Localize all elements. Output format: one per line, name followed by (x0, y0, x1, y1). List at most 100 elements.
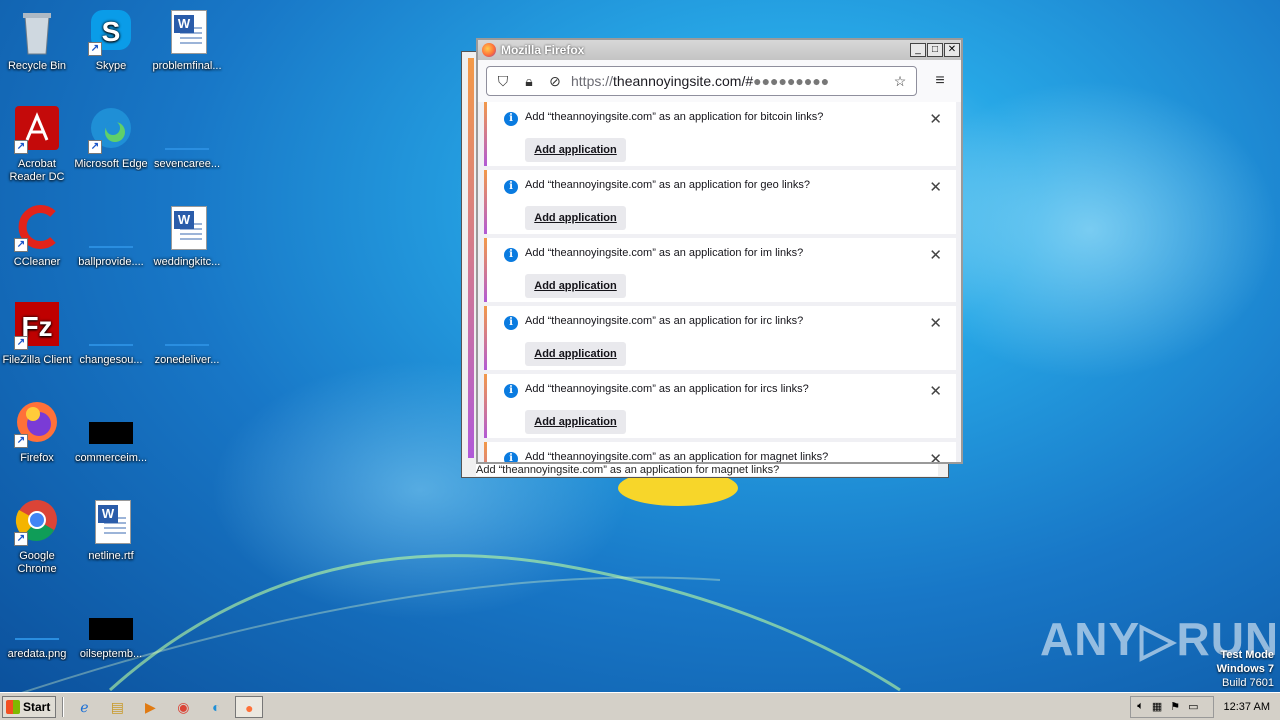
desktop-icon-edge[interactable]: ↗ Microsoft Edge (74, 106, 148, 171)
acrobat-icon: ↗ (13, 106, 61, 154)
desktop-icon-ballprovide[interactable]: ballprovide.... (74, 204, 148, 269)
blank-file-icon (87, 204, 135, 252)
firefox-window[interactable]: Mozilla Firefox _ □ ✕ ⛉ 🔒︎ ⊘ https://the… (476, 38, 963, 464)
shortcut-arrow-icon: ↗ (14, 336, 28, 350)
volume-icon[interactable]: 🔈︎ (1137, 700, 1144, 713)
add-application-button[interactable]: Add application (525, 206, 626, 230)
shortcut-arrow-icon: ↗ (14, 140, 28, 154)
desktop-icon-problemfinal[interactable]: W problemfinal... (150, 8, 224, 73)
close-icon[interactable]: ✕ (929, 314, 942, 332)
info-icon: i (504, 384, 518, 398)
notification-message: Add “theannoyingsite.com” as an applicat… (525, 111, 824, 123)
notification-bar: i Add “theannoyingsite.com” as an applic… (484, 238, 956, 302)
notification-list: i Add “theannoyingsite.com” as an applic… (478, 102, 961, 462)
blank-file-icon (163, 302, 211, 350)
info-icon: i (504, 112, 518, 126)
desktop-icon-zonedeliver[interactable]: zonedeliver... (150, 302, 224, 367)
desktop-icon-skype[interactable]: S ↗ Skype (74, 8, 148, 73)
desktop-icon-sevencaree[interactable]: sevencaree... (150, 106, 224, 171)
black-file-icon (87, 596, 135, 644)
black-file-icon (87, 400, 135, 448)
shortcut-arrow-icon: ↗ (14, 238, 28, 252)
file-explorer-icon[interactable]: ▤ (103, 696, 131, 718)
desktop-icon-aredata[interactable]: aredata.png (0, 596, 74, 661)
start-button[interactable]: Start (2, 695, 57, 718)
add-application-button[interactable]: Add application (525, 342, 626, 366)
close-icon[interactable]: ✕ (929, 246, 942, 264)
edge-taskbar-icon[interactable]: ◐ (202, 696, 230, 718)
network-icon[interactable]: ▦ (1152, 700, 1162, 713)
edge-icon: ↗ (87, 106, 135, 154)
firefox-logo-icon (482, 43, 496, 57)
notification-message: Add “theannoyingsite.com” as an applicat… (525, 315, 804, 327)
clock[interactable]: 12:37 AM (1224, 701, 1270, 713)
notification-bar: i Add “theannoyingsite.com” as an applic… (484, 170, 956, 234)
word-document-icon: W (163, 8, 211, 56)
maximize-button[interactable]: □ (927, 43, 943, 57)
permissions-icon[interactable]: ⊘ (545, 73, 565, 90)
notification-bar: i Add “theannoyingsite.com” as an applic… (484, 102, 956, 166)
desktop-icon-weddingkitc[interactable]: W weddingkitc... (150, 204, 224, 269)
filezilla-icon: Fz ↗ (13, 302, 61, 350)
blank-file-icon (87, 302, 135, 350)
notification-message: Add “theannoyingsite.com” as an applicat… (525, 179, 810, 191)
add-application-button[interactable]: Add application (525, 274, 626, 298)
shortcut-arrow-icon: ↗ (88, 140, 102, 154)
shortcut-arrow-icon: ↗ (14, 532, 28, 546)
test-mode-label: Test Mode (1220, 649, 1274, 661)
desktop-icon-recycle-bin[interactable]: Recycle Bin (0, 8, 74, 73)
desktop-icon-acrobat[interactable]: ↗ Acrobat Reader DC (0, 106, 74, 184)
desktop-icon-filezilla[interactable]: Fz ↗ FileZilla Client (0, 302, 74, 367)
test-mode-notice: Test Mode Windows 7 Build 7601 (1217, 648, 1274, 690)
lock-icon[interactable]: 🔒︎ (519, 73, 539, 90)
desktop-icon-chrome[interactable]: ↗ Google Chrome (0, 498, 74, 576)
internet-explorer-icon[interactable]: ℯ (70, 696, 98, 718)
chrome-taskbar-icon[interactable]: ◉ (169, 696, 197, 718)
desktop-icon-netline[interactable]: W netline.rtf (74, 498, 148, 563)
taskbar-separator (62, 696, 65, 717)
desktop-icon-changesou[interactable]: changesou... (74, 302, 148, 367)
desktop-icon-commerceim[interactable]: commerceim... (74, 400, 148, 465)
notification-bar: i Add “theannoyingsite.com” as an applic… (484, 374, 956, 438)
close-icon[interactable]: ✕ (929, 450, 942, 462)
add-application-button[interactable]: Add application (525, 410, 626, 434)
action-center-flag-icon[interactable]: ⚑ (1170, 700, 1180, 713)
add-application-button[interactable]: Add application (525, 138, 626, 162)
bookmark-star-icon[interactable]: ☆ (890, 73, 910, 90)
notification-message: Add “theannoyingsite.com” as an applicat… (525, 383, 809, 395)
firefox-icon: ↗ (13, 400, 61, 448)
info-icon: i (504, 248, 518, 262)
desktop-icon-firefox[interactable]: ↗ Firefox (0, 400, 74, 465)
firefox-taskbar-icon[interactable]: ● (235, 695, 264, 718)
shortcut-arrow-icon: ↗ (88, 42, 102, 56)
start-label: Start (23, 699, 51, 714)
desktop-icon-ccleaner[interactable]: ↗ CCleaner (0, 204, 74, 269)
shortcut-arrow-icon: ↗ (14, 434, 28, 448)
hamburger-menu-icon[interactable]: ≡ (927, 72, 953, 90)
close-icon[interactable]: ✕ (929, 178, 942, 196)
minimize-button[interactable]: _ (910, 43, 926, 57)
url-text[interactable]: https://theannoyingsite.com/#●●●●●●●●● (571, 73, 890, 89)
notification-bar: i Add “theannoyingsite.com” as an applic… (484, 442, 956, 462)
info-icon: i (504, 452, 518, 462)
media-player-icon[interactable]: ▶ (136, 696, 164, 718)
url-bar[interactable]: ⛉ 🔒︎ ⊘ https://theannoyingsite.com/#●●●●… (486, 66, 917, 96)
close-icon[interactable]: ✕ (929, 110, 942, 128)
notification-accent (468, 58, 474, 458)
navigation-bar: ⛉ 🔒︎ ⊘ https://theannoyingsite.com/#●●●●… (478, 60, 961, 102)
windows-flag-icon (6, 699, 20, 714)
shield-icon[interactable]: ⛉ (493, 73, 513, 90)
taskbar: Start ℯ ▤ ▶ ◉ ◐ ● 🔈︎ ▦ ⚑ ▭ 12:37 AM (0, 692, 1280, 720)
title-bar[interactable]: Mozilla Firefox _ □ ✕ (478, 40, 961, 60)
info-icon: i (504, 180, 518, 194)
svg-text:S: S (102, 16, 121, 47)
close-icon[interactable]: ✕ (929, 382, 942, 400)
display-icon[interactable]: ▭ (1188, 700, 1198, 713)
notification-message: Add “theannoyingsite.com” as an applicat… (525, 247, 804, 259)
word-document-icon: W (87, 498, 135, 546)
blank-file-icon (13, 596, 61, 644)
build-label: Build 7601 (1222, 677, 1274, 689)
system-tray: 🔈︎ ▦ ⚑ ▭ (1130, 695, 1214, 718)
close-button[interactable]: ✕ (944, 43, 960, 57)
desktop-icon-oilseptemb[interactable]: oilseptemb... (74, 596, 148, 661)
